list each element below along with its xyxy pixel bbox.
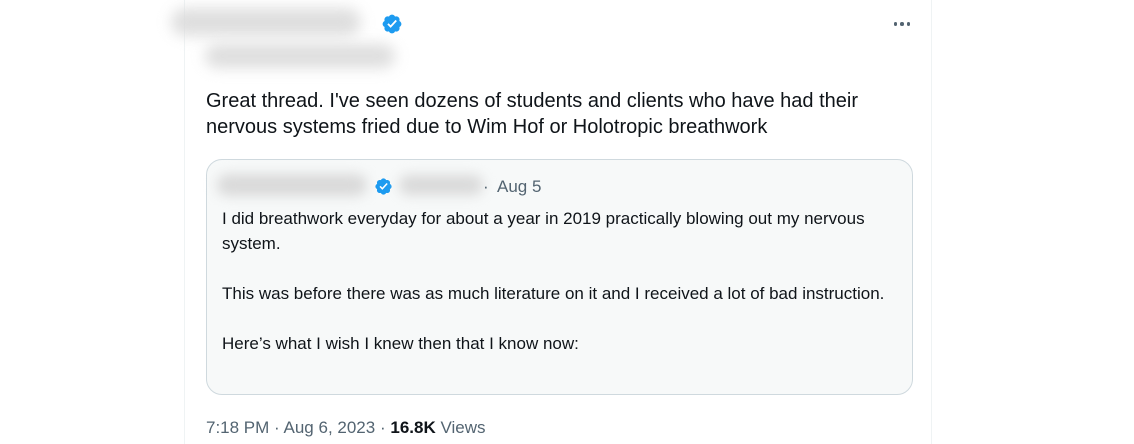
separator-dot: ·	[274, 418, 280, 437]
quoted-tweet-date[interactable]: Aug 5	[497, 177, 541, 197]
quoted-paragraph: This was before there was as much litera…	[222, 284, 885, 303]
views-number: 16.8K	[390, 418, 436, 437]
quoted-author-handle-redacted[interactable]	[399, 175, 483, 195]
author-header	[171, 0, 931, 80]
tweet-text: Great thread. I've seen dozens of studen…	[206, 90, 859, 138]
tweet-time[interactable]: 7:18 PM	[206, 418, 269, 437]
more-options-icon	[893, 22, 898, 26]
tweet-metadata: 7:18 PM · Aug 6, 2023 · 16.8K Views	[206, 418, 486, 438]
verified-badge-icon	[374, 177, 393, 196]
author-name-redacted[interactable]	[171, 8, 361, 36]
quoted-paragraph: Here’s what I wish I knew then that I kn…	[222, 334, 579, 353]
verified-badge-icon[interactable]	[381, 13, 403, 35]
more-dot	[900, 22, 904, 26]
quoted-tweet-text: I did breathwork everyday for about a ye…	[222, 206, 902, 356]
author-handle-redacted[interactable]	[205, 44, 395, 68]
quoted-tweet-card[interactable]: · Aug 5 I did breathwork everyday for ab…	[206, 159, 913, 395]
quoted-paragraph: I did breathwork everyday for about a ye…	[222, 209, 865, 253]
separator-dot: ·	[379, 418, 386, 437]
views-count[interactable]: 16.8K Views	[390, 418, 485, 437]
tweet-date[interactable]: Aug 6, 2023	[284, 418, 376, 437]
tweet-detail: Great thread. I've seen dozens of studen…	[171, 0, 932, 444]
views-label: Views	[440, 418, 486, 437]
separator-dot: ·	[483, 177, 489, 196]
quoted-author-name-redacted[interactable]	[217, 174, 367, 196]
more-options-button[interactable]	[885, 10, 919, 38]
more-dot	[906, 22, 911, 26]
